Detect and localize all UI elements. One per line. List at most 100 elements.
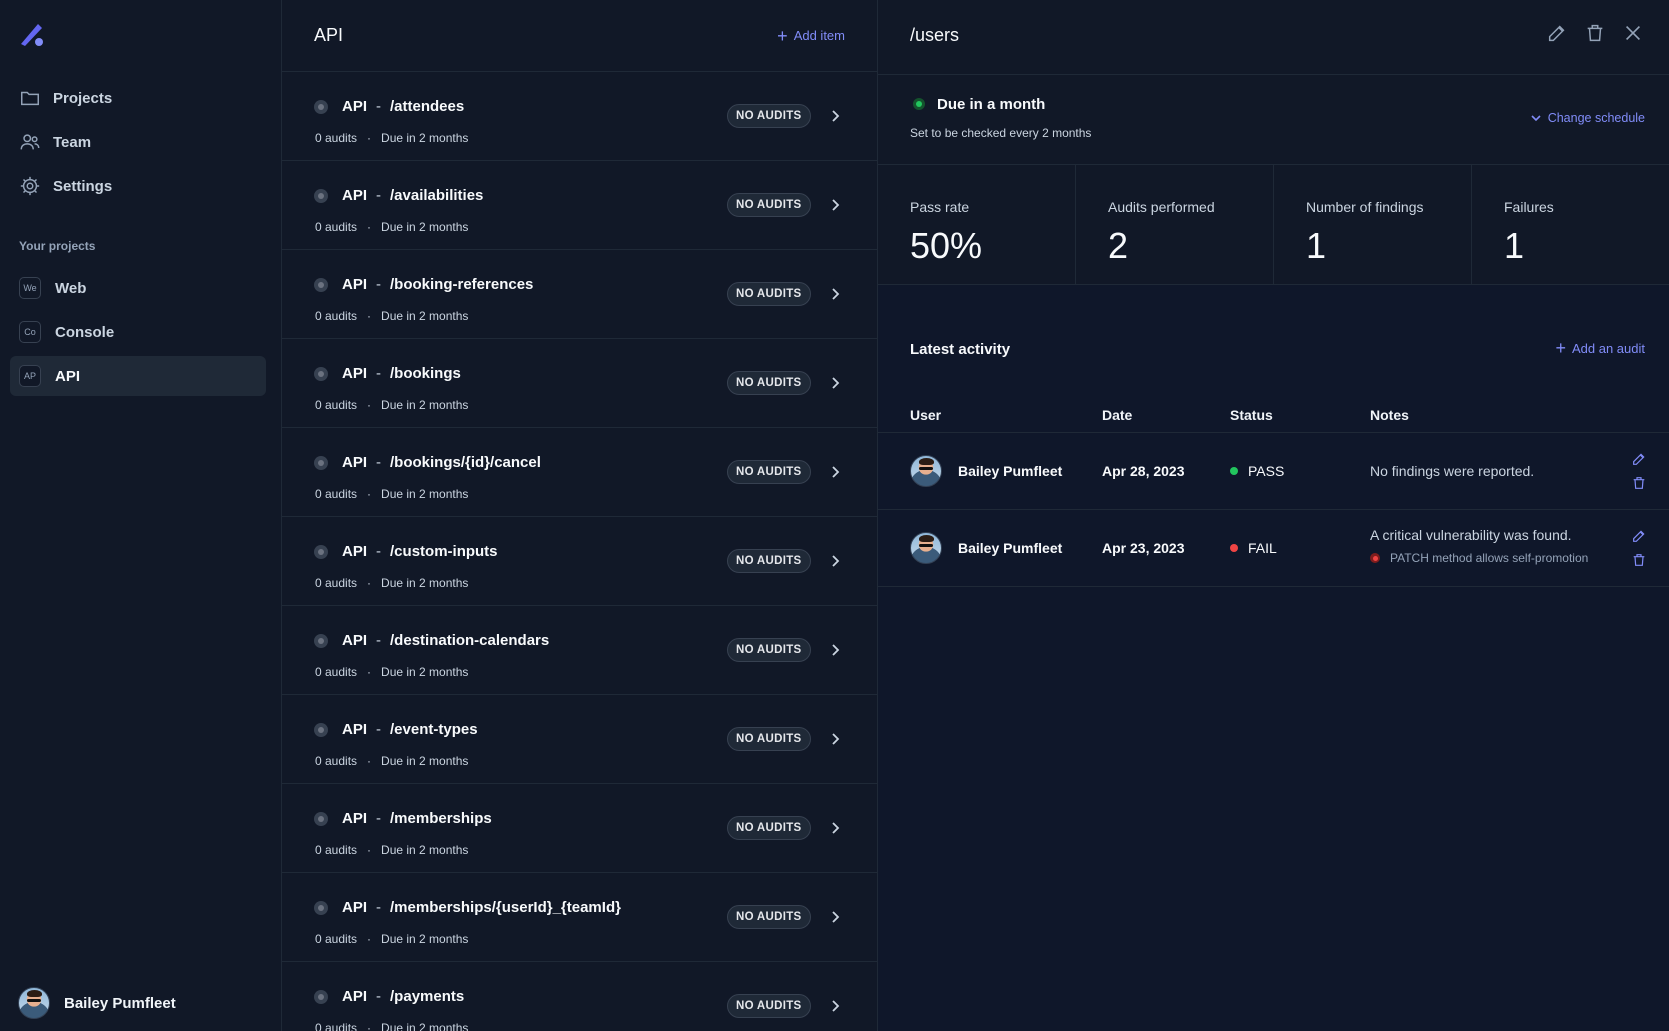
avatar — [910, 532, 942, 564]
chevron-right-icon[interactable] — [827, 909, 843, 925]
status-badge: NO AUDITS — [727, 371, 811, 395]
chevron-right-icon[interactable] — [827, 108, 843, 124]
stat-failures: Failures 1 — [1472, 165, 1669, 284]
list-item[interactable]: API -/bookings 0 audits · Due in 2 months NO … — [282, 339, 877, 428]
chevron-right-icon[interactable] — [827, 197, 843, 213]
list-item[interactable]: API -/bookings/{id}/cancel 0 audits · Due in… — [282, 428, 877, 517]
chevron-right-icon[interactable] — [827, 375, 843, 391]
trash-icon[interactable] — [1631, 552, 1647, 568]
trash-icon[interactable] — [1584, 22, 1606, 44]
endpoint-meta: 0 audits · Due in 2 months — [315, 932, 468, 946]
endpoint-title: API -/booking-references — [342, 276, 533, 293]
cell-status: PASS — [1230, 463, 1284, 479]
title-separator: - — [376, 810, 382, 827]
project-item-api[interactable]: AP API — [10, 356, 266, 396]
endpoint-path: /booking-references — [390, 276, 534, 293]
endpoint-path: /memberships/{userId}_{teamId} — [390, 899, 621, 916]
status-dot — [314, 367, 328, 381]
endpoint-prefix: API — [342, 810, 368, 827]
endpoint-meta: 0 audits · Due in 2 months — [315, 843, 468, 857]
endpoint-title: API -/memberships — [342, 810, 492, 827]
edit-icon[interactable] — [1631, 451, 1647, 467]
endpoint-meta: 0 audits · Due in 2 months — [315, 220, 468, 234]
endpoint-path: /event-types — [390, 721, 478, 738]
chevron-right-icon[interactable] — [827, 998, 843, 1014]
chevron-right-icon[interactable] — [827, 464, 843, 480]
endpoint-meta: 0 audits · Due in 2 months — [315, 309, 468, 323]
endpoint-title: API -/bookings — [342, 365, 461, 382]
list-header: API + Add item — [282, 0, 877, 72]
due-text: Due in 2 months — [381, 932, 469, 946]
endpoint-path: /payments — [390, 988, 465, 1005]
nav-item-projects[interactable]: Projects — [10, 78, 266, 118]
list-item[interactable]: API -/custom-inputs 0 audits · Due in 2 mont… — [282, 517, 877, 606]
change-schedule-button[interactable]: Change schedule — [1530, 111, 1645, 125]
project-item-console[interactable]: Co Console — [10, 312, 266, 352]
list-item[interactable]: API -/destination-calendars 0 audits · Due i… — [282, 606, 877, 695]
list-item[interactable]: API -/event-types 0 audits · Due in 2 months… — [282, 695, 877, 784]
app-logo-icon[interactable] — [18, 20, 46, 48]
trash-icon[interactable] — [1631, 475, 1647, 491]
list-item[interactable]: API -/payments 0 audits · Due in 2 months NO … — [282, 962, 877, 1031]
nav-item-settings[interactable]: Settings — [10, 166, 266, 206]
due-text: Due in 2 months — [381, 487, 469, 501]
add-item-button[interactable]: + Add item — [777, 27, 845, 45]
endpoint-meta: 0 audits · Due in 2 months — [315, 665, 468, 679]
cell-date: Apr 23, 2023 — [1102, 540, 1185, 556]
nav-item-team[interactable]: Team — [10, 122, 266, 162]
finding-item[interactable]: PATCH method allows self-promotion — [1370, 551, 1588, 565]
avatar — [910, 455, 942, 487]
edit-icon[interactable] — [1631, 528, 1647, 544]
chevron-right-icon[interactable] — [827, 642, 843, 658]
plus-icon: + — [1555, 338, 1566, 358]
endpoint-title: API -/custom-inputs — [342, 543, 498, 560]
endpoint-title: API -/payments — [342, 988, 464, 1005]
status-dot — [314, 723, 328, 737]
endpoint-prefix: API — [342, 988, 368, 1005]
close-icon[interactable] — [1622, 22, 1644, 44]
title-separator: - — [376, 98, 382, 115]
status-badge: NO AUDITS — [727, 104, 811, 128]
row-actions — [1631, 451, 1647, 491]
add-audit-button[interactable]: + Add an audit — [1555, 339, 1645, 357]
endpoint-title: API -/bookings/{id}/cancel — [342, 454, 541, 471]
list-item[interactable]: API -/booking-references 0 audits · Due in 2… — [282, 250, 877, 339]
schedule-section: Due in a month Set to be checked every 2… — [878, 75, 1669, 165]
chevron-right-icon[interactable] — [827, 731, 843, 747]
list-item[interactable]: API -/availabilities 0 audits · Due in 2 mon… — [282, 161, 877, 250]
project-item-web[interactable]: We Web — [10, 268, 266, 308]
status-dot — [314, 100, 328, 114]
project-badge: AP — [19, 365, 41, 387]
due-text: Due in 2 months — [381, 131, 469, 145]
change-schedule-label: Change schedule — [1547, 111, 1645, 125]
status-dot — [1230, 544, 1238, 552]
status-badge: NO AUDITS — [727, 282, 811, 306]
list-item[interactable]: API -/memberships 0 audits · Due in 2 months… — [282, 784, 877, 873]
endpoint-path: /custom-inputs — [390, 543, 498, 560]
users-icon — [20, 134, 40, 150]
meta-separator: · — [367, 576, 372, 590]
stat-pass-rate: Pass rate 50% — [878, 165, 1076, 284]
project-badge: We — [19, 277, 41, 299]
column-header-status: Status — [1230, 407, 1273, 423]
meta-separator: · — [367, 665, 372, 679]
status-badge: NO AUDITS — [727, 905, 811, 929]
column-header-date: Date — [1102, 407, 1133, 423]
title-separator: - — [376, 899, 382, 916]
meta-separator: · — [367, 487, 372, 501]
cell-date: Apr 28, 2023 — [1102, 463, 1185, 479]
edit-icon[interactable] — [1546, 22, 1568, 44]
endpoint-prefix: API — [342, 632, 368, 649]
chevron-right-icon[interactable] — [827, 553, 843, 569]
audit-count: 0 audits — [315, 398, 358, 412]
chevron-right-icon[interactable] — [827, 286, 843, 302]
list-item[interactable]: API -/memberships/{userId}_{teamId} 0 audi… — [282, 873, 877, 962]
finding-text: PATCH method allows self-promotion — [1390, 551, 1589, 565]
stat-value: 2 — [1108, 225, 1129, 266]
user-menu[interactable]: Bailey Pumfleet — [18, 987, 176, 1019]
chevron-right-icon[interactable] — [827, 820, 843, 836]
nav-item-label: Team — [53, 133, 92, 151]
stat-value: 1 — [1306, 225, 1327, 266]
list-item[interactable]: API -/attendees 0 audits · Due in 2 months NO… — [282, 72, 877, 161]
column-header-user: User — [910, 407, 942, 423]
